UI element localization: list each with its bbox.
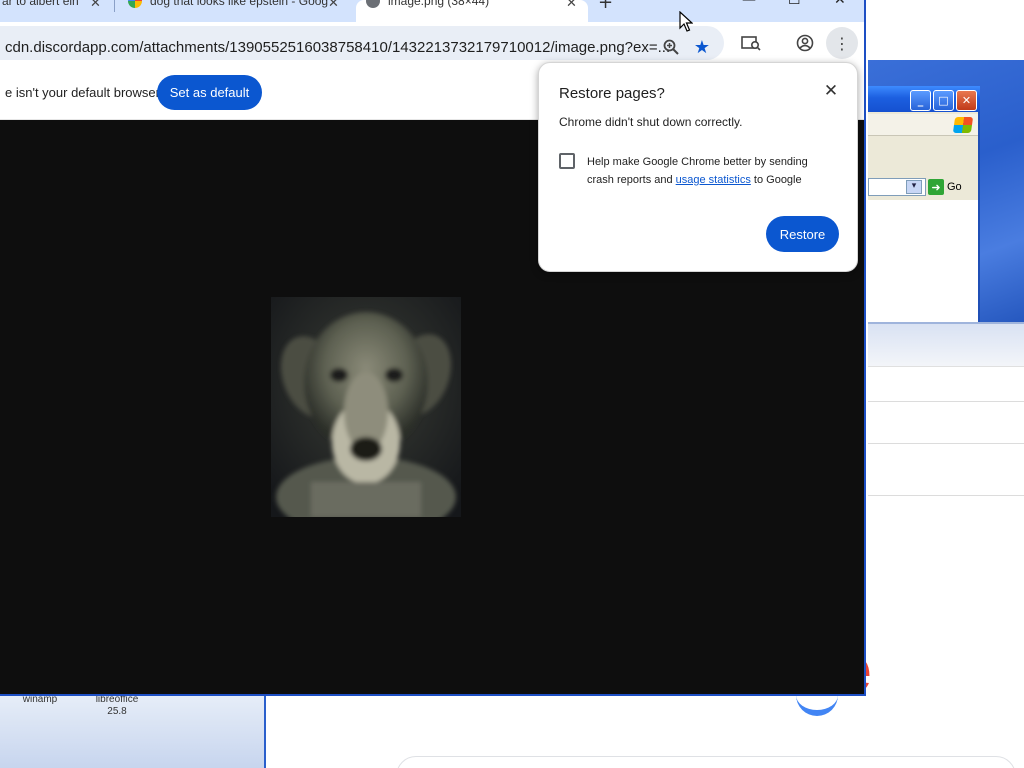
desktop-icon-libreoffice[interactable]: libreoffice 25.8 (84, 694, 150, 718)
restore-pages-dialog: Restore pages? ✕ Chrome didn't shut down… (538, 62, 858, 272)
zoom-in-icon[interactable] (660, 36, 682, 58)
dialog-message: Chrome didn't shut down correctly. (559, 115, 743, 129)
dialog-title: Restore pages? (559, 85, 665, 102)
mouse-cursor-icon (679, 11, 693, 32)
checkbox-text-after: to Google (750, 174, 802, 186)
restore-button[interactable]: Restore (766, 216, 839, 252)
close-icon[interactable]: ✕ (821, 81, 841, 101)
windows-logo-icon (952, 117, 974, 133)
tab-albert[interactable]: ar to albert ein ✕ (0, 0, 112, 22)
crash-reports-checkbox[interactable] (559, 153, 575, 169)
tab-close-icon[interactable]: ✕ (90, 0, 101, 11)
xp-toolbar (868, 114, 978, 136)
dog-image[interactable] (271, 297, 461, 517)
globe-favicon-icon (366, 0, 380, 8)
tab-title: ar to albert ein (2, 0, 79, 8)
cast-search-icon[interactable] (740, 32, 762, 54)
chevron-down-icon[interactable]: ▾ (906, 180, 922, 194)
minimize-button[interactable]: — (742, 0, 756, 8)
usage-statistics-link[interactable]: usage statistics (676, 174, 751, 186)
new-tab-button[interactable]: + (598, 0, 613, 13)
google-favicon-icon (128, 0, 142, 8)
google-search-box[interactable] (396, 756, 1016, 768)
tab-close-icon[interactable]: ✕ (566, 0, 577, 11)
set-as-default-button[interactable]: Set as default (157, 75, 262, 110)
xp-minimize-button[interactable]: _ (910, 90, 931, 111)
crash-reports-label: Help make Google Chrome better by sendin… (587, 153, 827, 189)
star-filled-icon[interactable]: ★ (691, 36, 713, 58)
xp-maximize-button[interactable]: □ (933, 90, 954, 111)
tab-strip: ar to albert ein ✕ dog that looks like e… (0, 0, 864, 22)
go-arrow-icon: ➜ (928, 179, 944, 195)
url-text[interactable]: cdn.discordapp.com/attachments/139055251… (5, 39, 670, 56)
tab-dog-search[interactable]: dog that looks like epstein - Goog ✕ (118, 0, 354, 22)
tab-title: dog that looks like epstein - Goog (150, 0, 329, 8)
xp-toolbar-secondary (868, 138, 978, 174)
xp-go-label: Go (947, 181, 962, 193)
divider (868, 401, 1024, 402)
maximize-button[interactable]: ☐ (788, 0, 801, 8)
background-browser-content (868, 366, 1024, 496)
divider (868, 443, 1024, 444)
xp-go-button[interactable]: ➜ Go (928, 178, 976, 196)
tab-title: image.png (38×44) (388, 0, 490, 8)
xp-close-button[interactable]: ✕ (956, 90, 977, 111)
close-window-button[interactable]: ✕ (834, 0, 846, 8)
xp-content-area (868, 200, 978, 324)
more-vert-icon[interactable]: ⋮ (826, 27, 858, 59)
tab-image-active[interactable]: image.png (38×44) ✕ (356, 0, 588, 22)
divider (868, 495, 1024, 496)
chrome-toolbar: ☰ cdn.discordapp.com/attachments/1390552… (0, 22, 864, 64)
tab-close-icon[interactable]: ✕ (328, 0, 339, 11)
desktop-icon-area: winamp libreoffice 25.8 (0, 694, 266, 768)
address-bar[interactable]: ☰ cdn.discordapp.com/attachments/1390552… (0, 26, 724, 60)
background-browser-toolbar (868, 322, 1024, 366)
tab-divider (114, 0, 115, 12)
xp-explorer-window: _ □ ✕ ▾ ➜ Go (868, 86, 980, 324)
infobar-message: e isn't your default browser (5, 85, 160, 100)
xp-titlebar: _ □ ✕ (868, 86, 980, 112)
profile-icon[interactable] (794, 32, 816, 54)
